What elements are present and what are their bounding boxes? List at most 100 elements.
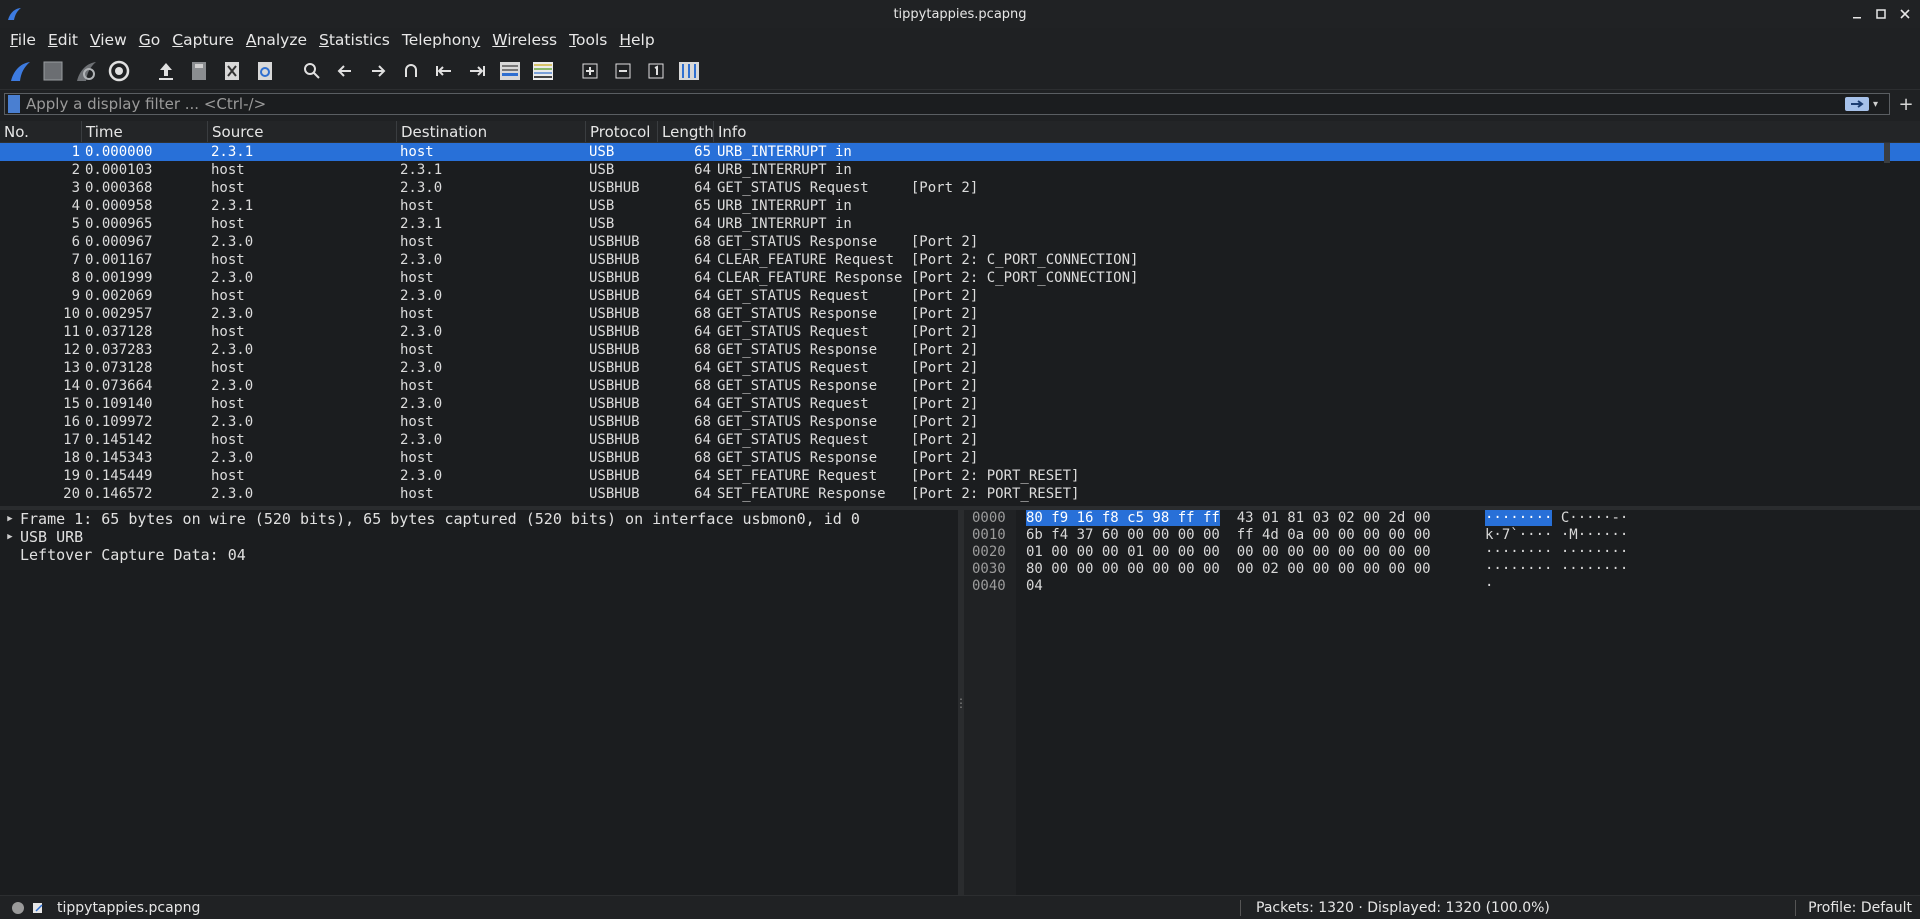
packet-row[interactable]: 15 0.109140 host 2.3.0 USBHUB 64 GET_STATUS Re…	[0, 395, 1920, 413]
capture-comment-icon[interactable]	[32, 902, 44, 914]
packet-row[interactable]: 14 0.073664 2.3.0 host USBHUB 68 GET_STATUS Re…	[0, 377, 1920, 395]
save-file-button[interactable]	[185, 57, 212, 84]
packet-row[interactable]: 11 0.037128 host 2.3.0 USBHUB 64 GET_STATUS Re…	[0, 323, 1920, 341]
bytes-ascii-row[interactable]: ········ C·····-·	[1485, 510, 1628, 527]
go-to-packet-button[interactable]	[397, 57, 424, 84]
restart-capture-button[interactable]	[72, 57, 99, 84]
packet-row[interactable]: 3 0.000368 host 2.3.0 USBHUB 64 GET_STATUS Req…	[0, 179, 1920, 197]
go-to-packet-icon	[404, 63, 417, 77]
stop-capture-button[interactable]	[39, 57, 66, 84]
capture-options-button[interactable]	[105, 57, 132, 84]
packet-cell-source: 2.3.0	[211, 414, 254, 430]
menu-statistics[interactable]: Statistics	[313, 31, 396, 49]
menu-edit[interactable]: Edit	[42, 31, 84, 49]
display-filter-input[interactable]	[26, 95, 1845, 113]
bytes-hex-row[interactable]: 6b f4 37 60 00 00 00 00 ff 4d 0a 00 00 0…	[1026, 527, 1431, 544]
packet-row[interactable]: 7 0.001167 host 2.3.0 USBHUB 64 CLEAR_FEATURE …	[0, 251, 1920, 269]
packet-cell-time: 0.001999	[85, 270, 153, 286]
column-header-no[interactable]: No.	[0, 121, 82, 142]
packet-row[interactable]: 9 0.002069 host 2.3.0 USBHUB 64 GET_STATUS Req…	[0, 287, 1920, 305]
menu-help[interactable]: Help	[613, 31, 660, 49]
maximize-button[interactable]	[1870, 4, 1892, 24]
bytes-ascii-row[interactable]: ·	[1485, 578, 1628, 595]
column-header-protocol[interactable]: Protocol	[586, 121, 658, 142]
packet-row[interactable]: 6 0.000967 2.3.0 host USBHUB 68 GET_STATUS Res…	[0, 233, 1920, 251]
packet-cell-no: 2	[71, 162, 80, 178]
packet-row[interactable]: 10 0.002957 2.3.0 host USBHUB 68 GET_STATUS Re…	[0, 305, 1920, 323]
open-file-button[interactable]	[152, 57, 179, 84]
packet-row[interactable]: 17 0.145142 host 2.3.0 USBHUB 64 GET_STATUS Re…	[0, 431, 1920, 449]
packet-row[interactable]: 19 0.145449 host 2.3.0 USBHUB 64 SET_FEATURE R…	[0, 467, 1920, 485]
menu-tools[interactable]: Tools	[563, 31, 613, 49]
packet-row[interactable]: 2 0.000103 host 2.3.1 USB 64 URB_INTERRUPT in	[0, 161, 1920, 179]
colorize-button[interactable]	[529, 57, 556, 84]
bytes-ascii-column[interactable]: ········ C·····-· k·7`···· ·M······ ······…	[1485, 510, 1628, 595]
find-packet-button[interactable]	[298, 57, 325, 84]
bytes-ascii-row[interactable]: k·7`···· ·M······	[1485, 527, 1628, 544]
packet-row[interactable]: 12 0.037283 2.3.0 host USBHUB 68 GET_STATUS Re…	[0, 341, 1920, 359]
packet-row[interactable]: 16 0.109972 2.3.0 host USBHUB 68 GET_STATUS Re…	[0, 413, 1920, 431]
bytes-ascii-highlight[interactable]: ········	[1485, 510, 1553, 526]
add-filter-button[interactable]: +	[1896, 94, 1916, 115]
packet-list-scrollbar[interactable]	[1884, 143, 1890, 163]
menu-telephony[interactable]: Telephony	[396, 31, 486, 49]
bytes-hex-column[interactable]: 80 f9 16 f8 c5 98 ff ff 43 01 81 03 02 0…	[1026, 510, 1431, 595]
column-header-info[interactable]: Info	[714, 121, 1920, 142]
packet-cell-no: 13	[63, 360, 80, 376]
last-packet-button[interactable]	[463, 57, 490, 84]
packet-row[interactable]: 8 0.001999 2.3.0 host USBHUB 64 CLEAR_FEATURE …	[0, 269, 1920, 287]
packet-row[interactable]: 4 0.000958 2.3.1 host USB 65 URB_INTERRUPT in	[0, 197, 1920, 215]
apply-filter-button[interactable]	[1845, 97, 1869, 111]
reload-file-button[interactable]	[251, 57, 278, 84]
close-file-button[interactable]	[218, 57, 245, 84]
auto-scroll-button[interactable]	[496, 57, 523, 84]
go-forward-button[interactable]	[364, 57, 391, 84]
status-profile[interactable]: Profile: Default	[1808, 900, 1912, 916]
filter-bookmark-icon[interactable]	[8, 95, 20, 113]
column-header-time[interactable]: Time	[82, 121, 208, 142]
menu-file[interactable]: File	[4, 31, 42, 49]
zoom-in-button[interactable]	[576, 57, 603, 84]
bytes-hex-highlight[interactable]: 80 f9 16 f8 c5 98 ff ff	[1026, 510, 1220, 526]
menu-view[interactable]: View	[84, 31, 133, 49]
first-packet-button[interactable]	[430, 57, 457, 84]
expand-arrow-icon[interactable]: ▶	[0, 528, 20, 546]
bytes-hex-row[interactable]: 80 00 00 00 00 00 00 00 00 02 00 00 00 0…	[1026, 561, 1431, 578]
packet-row[interactable]: 20 0.146572 2.3.0 host USBHUB 64 SET_FEATURE R…	[0, 485, 1920, 503]
details-tree-item[interactable]: ▶ USB URB	[0, 528, 958, 546]
column-header-source[interactable]: Source	[208, 121, 397, 142]
packet-cell-no: 1	[71, 144, 80, 160]
bytes-hex-row[interactable]: 04	[1026, 578, 1431, 595]
details-tree-item[interactable]: Leftover Capture Data: 04	[0, 546, 958, 564]
column-header-length[interactable]: Length	[658, 121, 714, 142]
start-capture-button[interactable]	[6, 57, 33, 84]
packet-row[interactable]: 18 0.145343 2.3.0 host USBHUB 68 GET_STATUS Re…	[0, 449, 1920, 467]
menu-wireless[interactable]: Wireless	[486, 31, 563, 49]
normal-size-button[interactable]	[642, 57, 669, 84]
expert-info-icon[interactable]	[12, 901, 24, 914]
menu-go[interactable]: Go	[133, 31, 167, 49]
bytes-hex-row[interactable]: 01 00 00 00 01 00 00 00 00 00 00 00 00 0…	[1026, 544, 1431, 561]
close-window-button[interactable]	[1894, 4, 1916, 24]
details-tree-item[interactable]: ▶ Frame 1: 65 bytes on wire (520 bits), 6…	[0, 510, 958, 528]
packet-row[interactable]: 1 0.000000 2.3.1 host USB 65 URB_INTERRUPT in	[0, 143, 1920, 161]
packet-cell-source: 2.3.0	[211, 450, 254, 466]
minimize-button[interactable]	[1846, 4, 1868, 24]
bytes-ascii-row[interactable]: ········ ········	[1485, 561, 1628, 578]
packet-row[interactable]: 5 0.000965 host 2.3.1 USB 64 URB_INTERRUPT in	[0, 215, 1920, 233]
packet-cell-no: 5	[71, 216, 80, 232]
menu-capture[interactable]: Capture	[166, 31, 240, 49]
packet-cell-destination: host	[400, 198, 434, 214]
resize-columns-button[interactable]	[675, 57, 702, 84]
display-filter-field[interactable]: ▾	[4, 93, 1890, 115]
go-back-button[interactable]	[331, 57, 358, 84]
menu-analyze[interactable]: Analyze	[240, 31, 313, 49]
zoom-out-button[interactable]	[609, 57, 636, 84]
filter-history-dropdown-icon[interactable]: ▾	[1873, 99, 1885, 110]
column-header-destination[interactable]: Destination	[397, 121, 586, 142]
bytes-hex-row[interactable]: 80 f9 16 f8 c5 98 ff ff 43 01 81 03 02 0…	[1026, 510, 1431, 527]
bytes-ascii-row[interactable]: ········ ········	[1485, 544, 1628, 561]
packet-row[interactable]: 13 0.073128 host 2.3.0 USBHUB 64 GET_STATUS Re…	[0, 359, 1920, 377]
expand-arrow-icon[interactable]: ▶	[0, 510, 20, 528]
apply-arrow-icon	[1851, 100, 1864, 108]
